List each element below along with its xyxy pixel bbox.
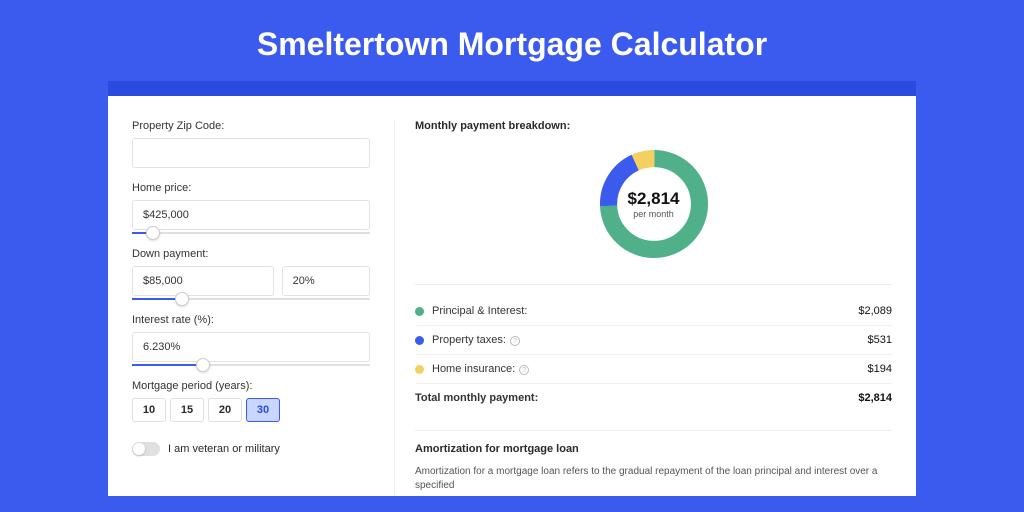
breakdown-row: Home insurance:?$194 [415, 355, 892, 384]
down-payment-label: Down payment: [132, 248, 370, 260]
calculator-frame: Property Zip Code: Home price: Down paym… [108, 81, 916, 496]
breakdown-list: Principal & Interest:$2,089Property taxe… [415, 297, 892, 412]
period-option-10[interactable]: 10 [132, 398, 166, 422]
period-field: Mortgage period (years): 10152030 [132, 380, 370, 422]
interest-input[interactable] [132, 332, 370, 362]
interest-field: Interest rate (%): [132, 314, 370, 366]
breakdown-column: Monthly payment breakdown: $2,814 per mo… [394, 120, 892, 496]
period-option-20[interactable]: 20 [208, 398, 242, 422]
legend-dot [415, 336, 424, 345]
inputs-column: Property Zip Code: Home price: Down paym… [132, 120, 370, 496]
slider-fill [132, 364, 203, 366]
divider [415, 284, 892, 285]
breakdown-title: Monthly payment breakdown: [415, 120, 892, 132]
zip-input[interactable] [132, 138, 370, 168]
down-payment-pct-input[interactable] [282, 266, 370, 296]
down-payment-row [132, 266, 370, 296]
donut-chart: $2,814 per month [415, 144, 892, 264]
donut-value: $2,814 [628, 189, 680, 209]
slider-thumb[interactable] [146, 226, 160, 240]
calculator-panel: Property Zip Code: Home price: Down paym… [108, 96, 916, 496]
breakdown-amount: $531 [868, 334, 892, 346]
down-payment-field: Down payment: [132, 248, 370, 300]
zip-field: Property Zip Code: [132, 120, 370, 168]
interest-slider[interactable] [132, 364, 370, 366]
breakdown-row: Principal & Interest:$2,089 [415, 297, 892, 326]
home-price-field: Home price: [132, 182, 370, 234]
donut-sub: per month [628, 209, 680, 219]
donut-center: $2,814 per month [628, 189, 680, 219]
toggle-knob [133, 443, 145, 455]
down-payment-input[interactable] [132, 266, 274, 296]
breakdown-amount: $194 [868, 363, 892, 375]
total-label: Total monthly payment: [415, 392, 858, 404]
home-price-label: Home price: [132, 182, 370, 194]
veteran-label: I am veteran or military [168, 443, 280, 455]
info-icon[interactable]: ? [519, 365, 529, 375]
slider-thumb[interactable] [175, 292, 189, 306]
interest-label: Interest rate (%): [132, 314, 370, 326]
amortization-title: Amortization for mortgage loan [415, 430, 892, 455]
veteran-toggle[interactable] [132, 442, 160, 456]
breakdown-label: Home insurance:? [432, 363, 868, 375]
period-option-30[interactable]: 30 [246, 398, 280, 422]
legend-dot [415, 365, 424, 374]
slider-thumb[interactable] [196, 358, 210, 372]
total-amount: $2,814 [858, 392, 892, 404]
page-title: Smeltertown Mortgage Calculator [0, 0, 1024, 81]
breakdown-row: Property taxes:?$531 [415, 326, 892, 355]
legend-dot [415, 307, 424, 316]
period-label: Mortgage period (years): [132, 380, 370, 392]
breakdown-label: Principal & Interest: [432, 305, 858, 317]
down-payment-slider[interactable] [132, 298, 370, 300]
breakdown-total-row: Total monthly payment:$2,814 [415, 384, 892, 412]
info-icon[interactable]: ? [510, 336, 520, 346]
veteran-row: I am veteran or military [132, 442, 370, 456]
breakdown-label: Property taxes:? [432, 334, 868, 346]
period-option-15[interactable]: 15 [170, 398, 204, 422]
zip-label: Property Zip Code: [132, 120, 370, 132]
breakdown-amount: $2,089 [858, 305, 892, 317]
home-price-slider[interactable] [132, 232, 370, 234]
period-options: 10152030 [132, 398, 370, 422]
amortization-text: Amortization for a mortgage loan refers … [415, 465, 892, 493]
home-price-input[interactable] [132, 200, 370, 230]
page-root: Smeltertown Mortgage Calculator Property… [0, 0, 1024, 512]
